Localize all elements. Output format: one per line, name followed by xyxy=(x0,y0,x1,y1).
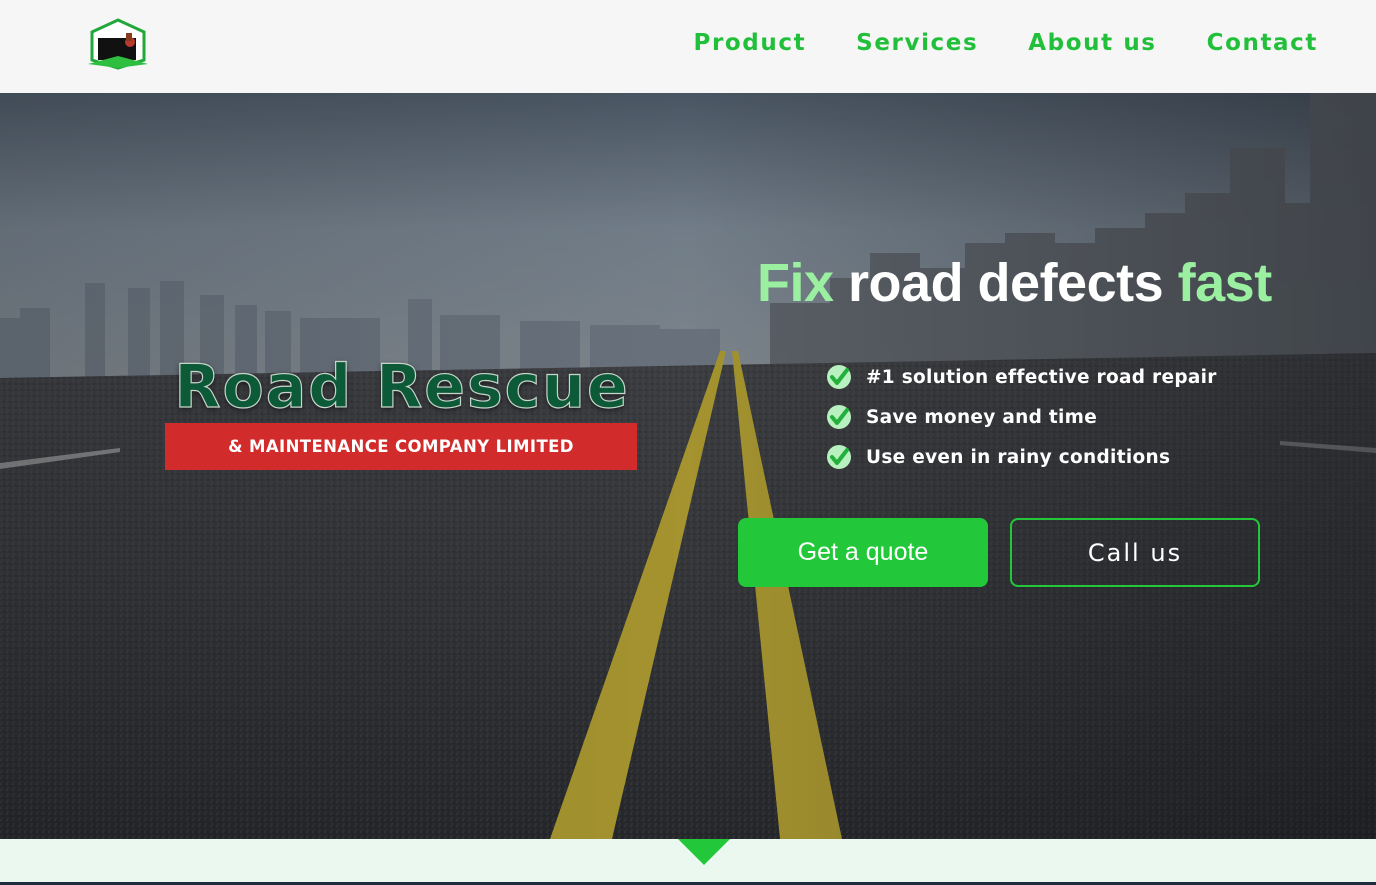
nav-services[interactable]: Services xyxy=(856,30,978,56)
call-us-button[interactable]: Call us xyxy=(1010,518,1260,587)
next-section-strip xyxy=(0,839,1376,885)
brand-subtitle: & MAINTENANCE COMPANY LIMITED xyxy=(165,423,637,470)
hero-section: Road Rescue & MAINTENANCE COMPANY LIMITE… xyxy=(0,93,1376,839)
down-arrow-icon[interactable] xyxy=(678,839,730,865)
hero-headline: Fix road defects fast xyxy=(757,252,1277,314)
feature-list: #1 solution effective road repair Save m… xyxy=(826,357,1217,477)
list-item: Use even in rainy conditions xyxy=(826,437,1217,477)
main-nav: Product Services About us Contact xyxy=(644,30,1319,56)
check-circle-icon xyxy=(827,365,851,389)
nav-contact[interactable]: Contact xyxy=(1207,30,1318,56)
check-circle-icon xyxy=(827,445,851,469)
headline-word-fast: fast xyxy=(1177,253,1273,313)
navbar: Product Services About us Contact xyxy=(0,0,1376,93)
get-a-quote-button[interactable]: Get a quote xyxy=(738,518,988,587)
feature-text: Use even in rainy conditions xyxy=(866,446,1171,468)
headline-word-fix: Fix xyxy=(757,253,834,313)
list-item: #1 solution effective road repair xyxy=(826,357,1217,397)
check-circle-icon xyxy=(827,405,851,429)
brand-title: Road Rescue xyxy=(174,351,630,422)
feature-text: Save money and time xyxy=(866,406,1098,428)
feature-text: #1 solution effective road repair xyxy=(866,366,1217,388)
road-roller-house-logo[interactable] xyxy=(86,18,150,70)
list-item: Save money and time xyxy=(826,397,1217,437)
headline-middle: road defects xyxy=(833,253,1178,313)
nav-about-us[interactable]: About us xyxy=(1028,30,1156,56)
nav-product[interactable]: Product xyxy=(694,30,807,56)
